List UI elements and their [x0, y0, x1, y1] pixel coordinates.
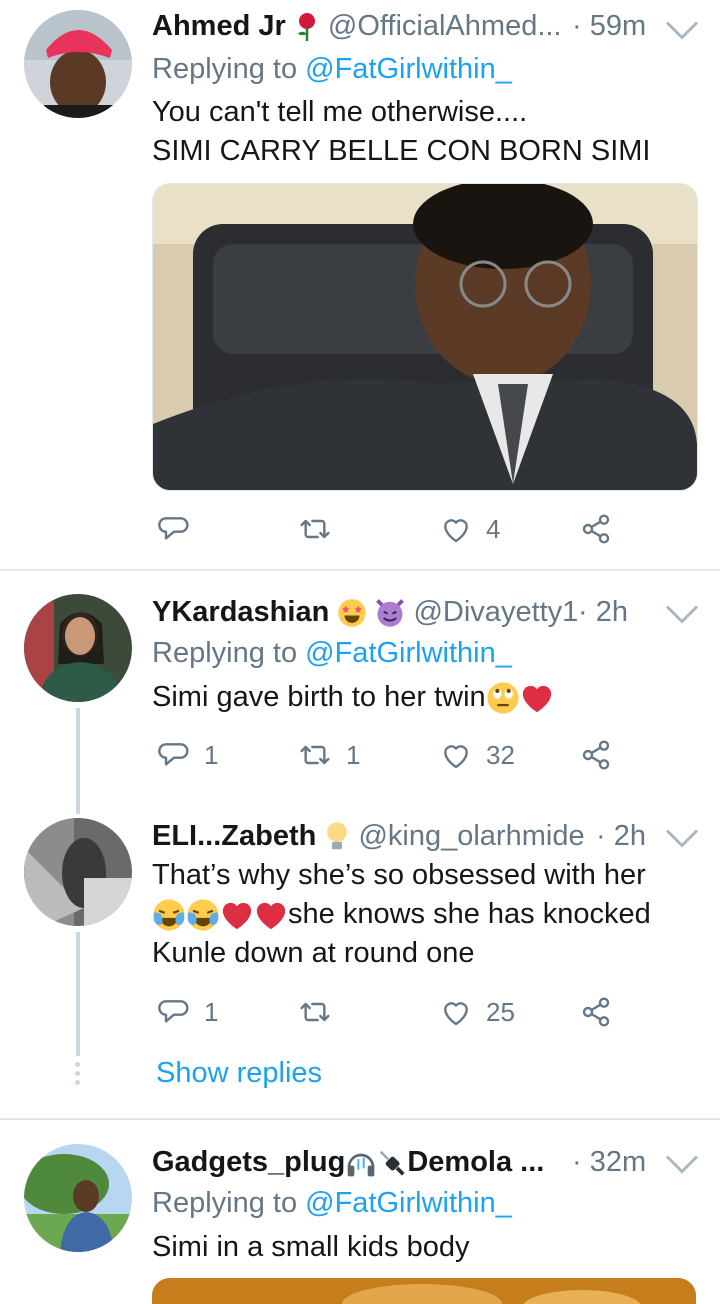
- tweet-text-line: Simi in a small kids body: [152, 1231, 470, 1263]
- avatar[interactable]: [24, 594, 132, 702]
- like-button[interactable]: 25: [440, 992, 515, 1032]
- tweet-time[interactable]: · 59m: [572, 8, 646, 44]
- tweet-time[interactable]: · 2h: [578, 594, 628, 630]
- tweet-media-image[interactable]: [152, 183, 698, 491]
- tweet-text-line: Kunle down at round one: [152, 937, 475, 969]
- crying-laughing-icon: [152, 898, 186, 932]
- replying-to-link[interactable]: @FatGirlwithin_: [305, 637, 512, 669]
- tweet-text-line: she knows she has knocked: [288, 898, 651, 930]
- crying-laughing-icon: [186, 898, 220, 932]
- retweet-icon: [298, 996, 332, 1028]
- retweet-button[interactable]: 1: [298, 735, 360, 775]
- plug-icon: [380, 1151, 405, 1176]
- chevron-down-icon[interactable]: [664, 824, 700, 852]
- thread-line: [76, 708, 80, 814]
- retweet-button[interactable]: [298, 992, 346, 1032]
- tweet-text-line: SIMI CARRY BELLE CON BORN SIMI: [152, 135, 651, 167]
- replying-to: Replying to @FatGirlwithin_: [152, 637, 512, 669]
- retweet-button[interactable]: [298, 509, 346, 549]
- replying-to: Replying to @FatGirlwithin_: [152, 53, 512, 85]
- author-name[interactable]: YKardashian @Divayetty1: [152, 594, 578, 630]
- like-button[interactable]: 4: [440, 509, 500, 549]
- reply-button[interactable]: 1: [158, 735, 218, 775]
- replying-to-link[interactable]: @FatGirlwithin_: [305, 1187, 512, 1219]
- retweet-icon: [298, 513, 332, 545]
- headphones-icon: [348, 1154, 375, 1177]
- like-icon: [440, 996, 472, 1028]
- like-button[interactable]: 32: [440, 735, 515, 775]
- retweet-icon: [298, 739, 332, 771]
- share-icon[interactable]: [580, 512, 612, 546]
- tweet-media-image[interactable]: [152, 1278, 696, 1304]
- red-heart-icon: [220, 898, 254, 932]
- avatar[interactable]: [24, 1144, 132, 1252]
- author-name[interactable]: Ahmed Jr @OfficialAhmed...: [152, 8, 562, 44]
- thread-line: [76, 932, 80, 1056]
- share-icon[interactable]: [580, 738, 612, 772]
- retweet-count: 1: [346, 739, 361, 770]
- tweet-text: Simi in a small kids body: [152, 1228, 470, 1267]
- chevron-down-icon[interactable]: [664, 1150, 700, 1178]
- tweet-time[interactable]: · 2h: [596, 818, 646, 854]
- like-count: 32: [486, 739, 515, 770]
- chevron-down-icon[interactable]: [664, 16, 700, 44]
- like-icon: [440, 513, 472, 545]
- tweet-divider: [0, 569, 720, 571]
- share-icon[interactable]: [580, 995, 612, 1029]
- tweet-text: You can't tell me otherwise.... SIMI CAR…: [152, 93, 651, 171]
- reply-button[interactable]: [158, 509, 204, 549]
- author-name[interactable]: ELI...Zabeth @king_olarhmide: [152, 818, 585, 854]
- reply-icon: [158, 996, 190, 1028]
- tweet-time[interactable]: · 32m: [572, 1144, 646, 1180]
- reply-count: 1: [204, 739, 219, 770]
- like-count: 4: [486, 513, 501, 544]
- thread-more-dots: [75, 1062, 81, 1085]
- like-icon: [440, 739, 472, 771]
- red-heart-icon: [254, 898, 288, 932]
- avatar[interactable]: [24, 818, 132, 926]
- reply-count: 1: [204, 996, 219, 1027]
- tweet-divider: [0, 1118, 720, 1120]
- replying-to-link[interactable]: @FatGirlwithin_: [305, 53, 512, 85]
- red-heart-icon: [520, 681, 554, 715]
- rose-icon: [297, 13, 315, 42]
- chevron-down-icon[interactable]: [664, 600, 700, 628]
- reply-icon: [158, 513, 190, 545]
- devil-icon: [376, 599, 405, 628]
- eye-roll-icon: [487, 682, 519, 714]
- bulb-icon: [327, 822, 348, 850]
- like-count: 25: [486, 996, 515, 1027]
- tweet-text-line: You can't tell me otherwise....: [152, 96, 528, 128]
- author-name[interactable]: Gadgets_plug Demola ...: [152, 1144, 544, 1180]
- show-replies-link[interactable]: Show replies: [156, 1055, 322, 1091]
- author-handle[interactable]: @OfficialAhmed...: [328, 10, 562, 42]
- author-handle[interactable]: @Divayetty1: [413, 596, 578, 628]
- star-struck-icon: [338, 599, 367, 628]
- tweet-text: That’s why she’s so obsessed with her sh…: [152, 856, 651, 973]
- replying-to: Replying to @FatGirlwithin_: [152, 1187, 512, 1219]
- reply-icon: [158, 739, 190, 771]
- tweet-text-line: That’s why she’s so obsessed with her: [152, 859, 646, 891]
- author-handle[interactable]: @king_olarhmide: [358, 820, 584, 852]
- reply-button[interactable]: 1: [158, 992, 218, 1032]
- avatar[interactable]: [24, 10, 132, 118]
- tweet-text: Simi gave birth to her twin: [152, 678, 554, 717]
